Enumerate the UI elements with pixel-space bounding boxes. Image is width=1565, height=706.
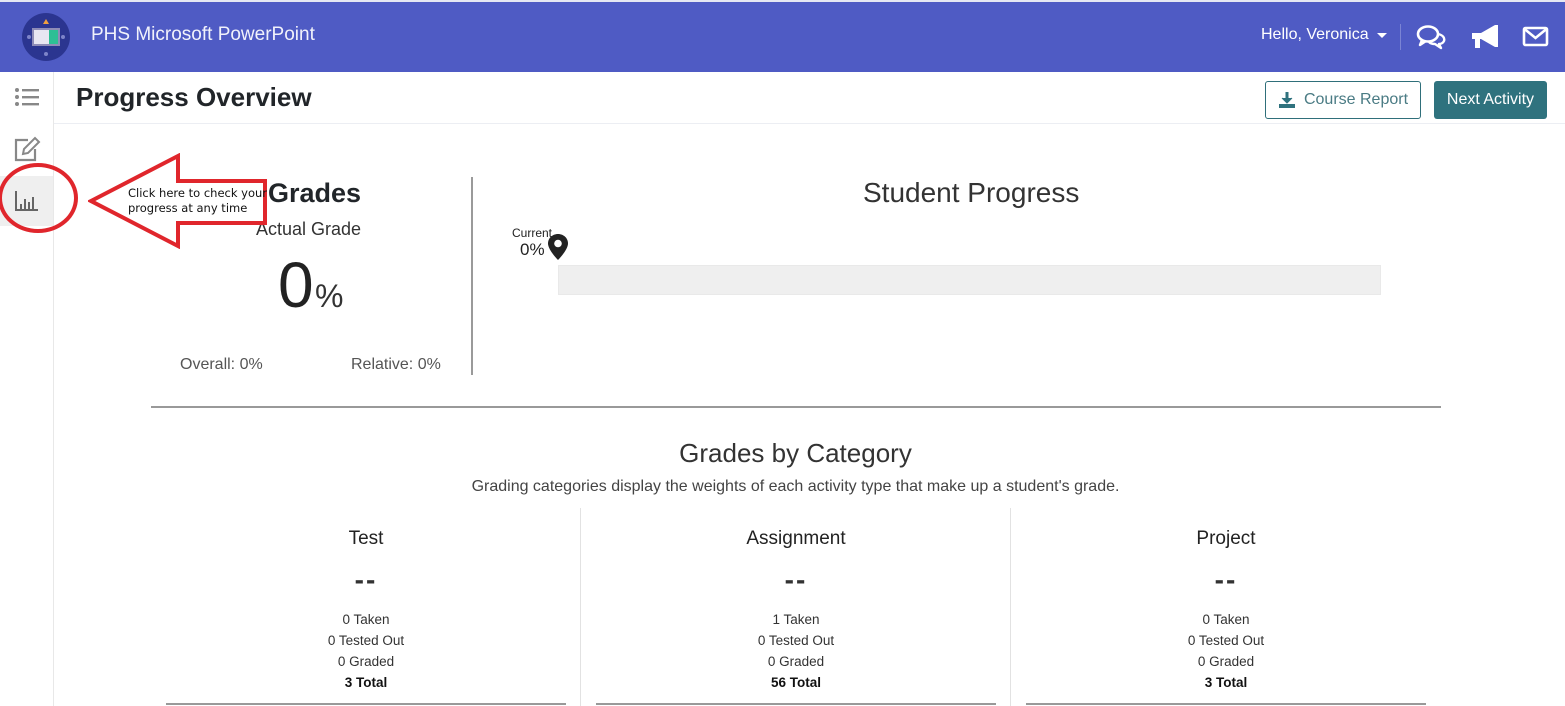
category-graded: 0 Graded [1197,654,1255,669]
annotation-circle [0,163,78,233]
grades-by-category-title: Grades by Category [679,438,912,468]
student-progress-title: Student Progress [863,177,1080,208]
annotation-text: Click here to check your progress at any… [128,186,268,215]
actual-grade-label: Actual Grade [256,219,362,239]
category-graded: 0 Graded [337,654,395,669]
category-name: Assignment [746,528,846,549]
user-menu[interactable]: Hello, Veronica [1261,26,1387,44]
presentation-logo-icon[interactable] [22,13,70,61]
progress-bar [558,265,1381,295]
category-tested-out: 0 Tested Out [757,633,835,648]
category-taken: 0 Taken [342,612,390,627]
category-underline [596,703,996,705]
category-tested-out: 0 Tested Out [1187,633,1265,648]
caret-down-icon [1376,32,1387,38]
category-taken: 1 Taken [772,612,820,627]
category-total: 3 Total [1204,675,1248,690]
overall-grade: Overall: 0% [180,356,263,373]
app-title: PHS Microsoft PowerPoint [91,24,315,45]
grades-heading: Grades [268,178,362,208]
current-label: Current [512,226,553,240]
category-card-assignment: Assignment -- 1 Taken 0 Tested Out 0 Gra… [581,508,1011,706]
relative-grade: Relative: 0% [351,356,441,373]
category-underline [1026,703,1426,705]
next-activity-button[interactable]: Next Activity [1434,81,1547,119]
category-name: Project [1196,528,1256,549]
category-grade: -- [1214,564,1238,595]
current-value: 0% [520,240,545,259]
category-taken: 0 Taken [1202,612,1250,627]
envelope-icon[interactable] [1521,23,1551,51]
category-grade: -- [784,564,808,595]
category-card-project: Project -- 0 Taken 0 Tested Out 0 Graded… [1011,508,1441,706]
edit-icon [14,136,40,162]
category-total: 56 Total [770,675,821,690]
list-icon [14,88,39,106]
chat-icon[interactable] [1416,23,1446,51]
category-graded: 0 Graded [767,654,825,669]
course-report-button[interactable]: Course Report [1265,81,1421,119]
actual-grade-value: 0 [278,249,314,321]
category-tested-out: 0 Tested Out [327,633,405,648]
actual-grade-unit: % [315,278,344,314]
category-underline [166,703,566,705]
course-report-label: Course Report [1303,91,1409,108]
page-title: Progress Overview [76,82,312,112]
section-divider [151,406,1441,408]
category-card-test: Test -- 0 Taken 0 Tested Out 0 Graded 3 … [151,508,581,706]
page-header: Progress Overview Course Report Next Act… [54,72,1565,124]
map-pin-icon [548,234,568,260]
user-greeting: Hello, Veronica [1261,26,1369,43]
download-icon [1278,92,1295,108]
sidebar-item-outline[interactable] [0,72,53,122]
category-name: Test [348,528,384,549]
category-total: 3 Total [344,675,388,690]
category-grade: -- [354,564,378,595]
grades-by-category-subtitle: Grading categories display the weights o… [471,478,1120,495]
megaphone-icon[interactable] [1469,23,1499,51]
top-navbar: PHS Microsoft PowerPoint Hello, Veronica [0,0,1565,72]
vertical-divider [471,177,473,375]
divider [1400,24,1401,50]
